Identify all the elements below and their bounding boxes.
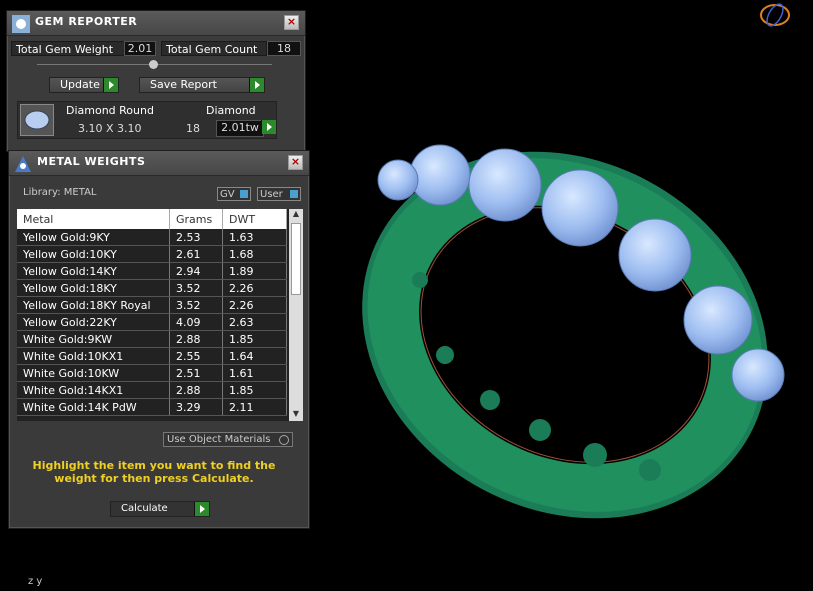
collapse-slider[interactable] [37, 60, 272, 69]
cell-dwt: 2.26 [222, 296, 287, 314]
cell-dwt: 1.85 [222, 330, 287, 348]
calculate-label: Calculate [121, 503, 168, 514]
user-toggle[interactable]: User [257, 187, 301, 201]
gem-reporter-icon [11, 14, 31, 34]
diamond-round-icon [20, 104, 54, 136]
gem-count: 18 [186, 122, 200, 135]
cell-grams: 2.88 [169, 330, 223, 348]
gv-indicator-icon [240, 190, 248, 198]
calculate-go-icon[interactable] [194, 502, 209, 516]
table-row[interactable]: White Gold:14KX1 2.88 1.85 [17, 381, 287, 399]
cell-metal: White Gold:10KW [17, 364, 170, 382]
cell-grams: 3.52 [169, 296, 223, 314]
cell-metal: White Gold:9KW [17, 330, 170, 348]
close-icon[interactable]: × [284, 15, 299, 30]
table-row[interactable]: White Gold:9KW 2.88 1.85 [17, 330, 287, 348]
cell-grams: 3.29 [169, 398, 223, 416]
cell-grams: 4.09 [169, 313, 223, 331]
table-row[interactable]: Yellow Gold:10KY 2.61 1.68 [17, 245, 287, 263]
cell-dwt: 1.89 [222, 262, 287, 280]
gv-label: GV [220, 189, 235, 200]
gem-reporter-title: GEM REPORTER [35, 15, 138, 28]
metal-weights-titlebar[interactable]: METAL WEIGHTS × [9, 151, 309, 176]
total-weight-label: Total Gem Weight [11, 41, 125, 56]
cell-dwt: 1.61 [222, 364, 287, 382]
library-label: Library: METAL [23, 187, 97, 198]
cell-metal: White Gold:10KX1 [17, 347, 170, 365]
cell-dwt: 2.11 [222, 398, 287, 416]
gem-reporter-panel: GEM REPORTER × Total Gem Weight 2.01 Tot… [6, 10, 306, 152]
table-row[interactable]: White Gold:14K PdW 3.29 2.11 [17, 398, 287, 416]
table-row[interactable]: Yellow Gold:22KY 4.09 2.63 [17, 313, 287, 331]
table-row[interactable]: Yellow Gold:9KY 2.53 1.63 [17, 229, 287, 246]
cell-dwt: 2.63 [222, 313, 287, 331]
save-report-go-icon[interactable] [249, 78, 264, 92]
save-report-label: Save Report [150, 78, 217, 91]
gv-toggle[interactable]: GV [217, 187, 251, 201]
metal-table: Metal Grams DWT Yellow Gold:9KY 2.53 1.63 Y… [17, 209, 287, 416]
use-object-materials-label: Use Object Materials [167, 434, 271, 445]
radio-icon [279, 435, 289, 445]
user-indicator-icon [290, 190, 298, 198]
update-go-icon[interactable] [103, 78, 118, 92]
total-count-value: 18 [267, 41, 301, 56]
table-row[interactable]: White Gold:10KX1 2.55 1.64 [17, 347, 287, 365]
gem-type: Diamond [206, 104, 256, 117]
cell-metal: Yellow Gold:9KY [17, 229, 170, 246]
cell-dwt: 1.64 [222, 347, 287, 365]
calculate-button[interactable]: Calculate [110, 501, 210, 517]
user-label: User [260, 189, 283, 200]
total-count-label: Total Gem Count [161, 41, 267, 56]
cell-metal: Yellow Gold:18KY [17, 279, 170, 297]
scroll-thumb[interactable] [291, 223, 301, 295]
cell-metal: Yellow Gold:14KY [17, 262, 170, 280]
gem-size: 3.10 X 3.10 [78, 122, 142, 135]
orientation-cube-icon [760, 3, 790, 27]
cell-grams: 2.53 [169, 229, 223, 246]
save-report-button[interactable]: Save Report [139, 77, 265, 93]
svg-text:z y: z y [28, 576, 42, 587]
gem-weight: 2.01tw [216, 120, 264, 137]
update-button[interactable]: Update [49, 77, 119, 93]
cell-grams: 2.55 [169, 347, 223, 365]
cell-metal: White Gold:14KX1 [17, 381, 170, 399]
cell-grams: 2.88 [169, 381, 223, 399]
calculate-hint: Highlight the item you want to find the … [32, 459, 276, 485]
table-row[interactable]: Yellow Gold:18KY Royal 3.52 2.26 [17, 296, 287, 314]
cell-dwt: 1.68 [222, 245, 287, 263]
column-header-grams[interactable]: Grams [169, 209, 223, 229]
cell-grams: 2.94 [169, 262, 223, 280]
cell-grams: 2.61 [169, 245, 223, 263]
use-object-materials-toggle[interactable]: Use Object Materials [163, 432, 293, 447]
total-weight-value: 2.01 [124, 41, 156, 56]
table-row[interactable]: White Gold:10KW 2.51 1.61 [17, 364, 287, 382]
metal-table-container: Metal Grams DWT Yellow Gold:9KY 2.53 1.63 Y… [17, 209, 303, 421]
metal-weights-icon [13, 154, 33, 174]
cell-grams: 3.52 [169, 279, 223, 297]
cell-metal: White Gold:14K PdW [17, 398, 170, 416]
column-header-dwt[interactable]: DWT [222, 209, 287, 229]
table-row[interactable]: Yellow Gold:14KY 2.94 1.89 [17, 262, 287, 280]
metal-weights-title: METAL WEIGHTS [37, 155, 146, 168]
gem-row[interactable]: Diamond Round Diamond 3.10 X 3.10 18 2.0… [17, 101, 277, 139]
table-scrollbar[interactable]: ▲ ▼ [289, 209, 303, 421]
cell-metal: Yellow Gold:18KY Royal [17, 296, 170, 314]
gem-name: Diamond Round [66, 104, 154, 117]
slider-handle-icon[interactable] [149, 60, 158, 69]
cell-dwt: 1.85 [222, 381, 287, 399]
table-row[interactable]: Yellow Gold:18KY 3.52 2.26 [17, 279, 287, 297]
close-icon[interactable]: × [288, 155, 303, 170]
scroll-up-icon[interactable]: ▲ [289, 209, 303, 221]
cell-metal: Yellow Gold:10KY [17, 245, 170, 263]
update-label: Update [60, 78, 100, 91]
cell-grams: 2.51 [169, 364, 223, 382]
column-header-metal[interactable]: Metal [17, 209, 170, 229]
cell-dwt: 1.63 [222, 229, 287, 246]
cell-dwt: 2.26 [222, 279, 287, 297]
gem-row-go-icon[interactable] [261, 120, 276, 134]
cell-metal: Yellow Gold:22KY [17, 313, 170, 331]
scroll-down-icon[interactable]: ▼ [289, 409, 303, 421]
gem-reporter-titlebar[interactable]: GEM REPORTER × [7, 11, 305, 36]
